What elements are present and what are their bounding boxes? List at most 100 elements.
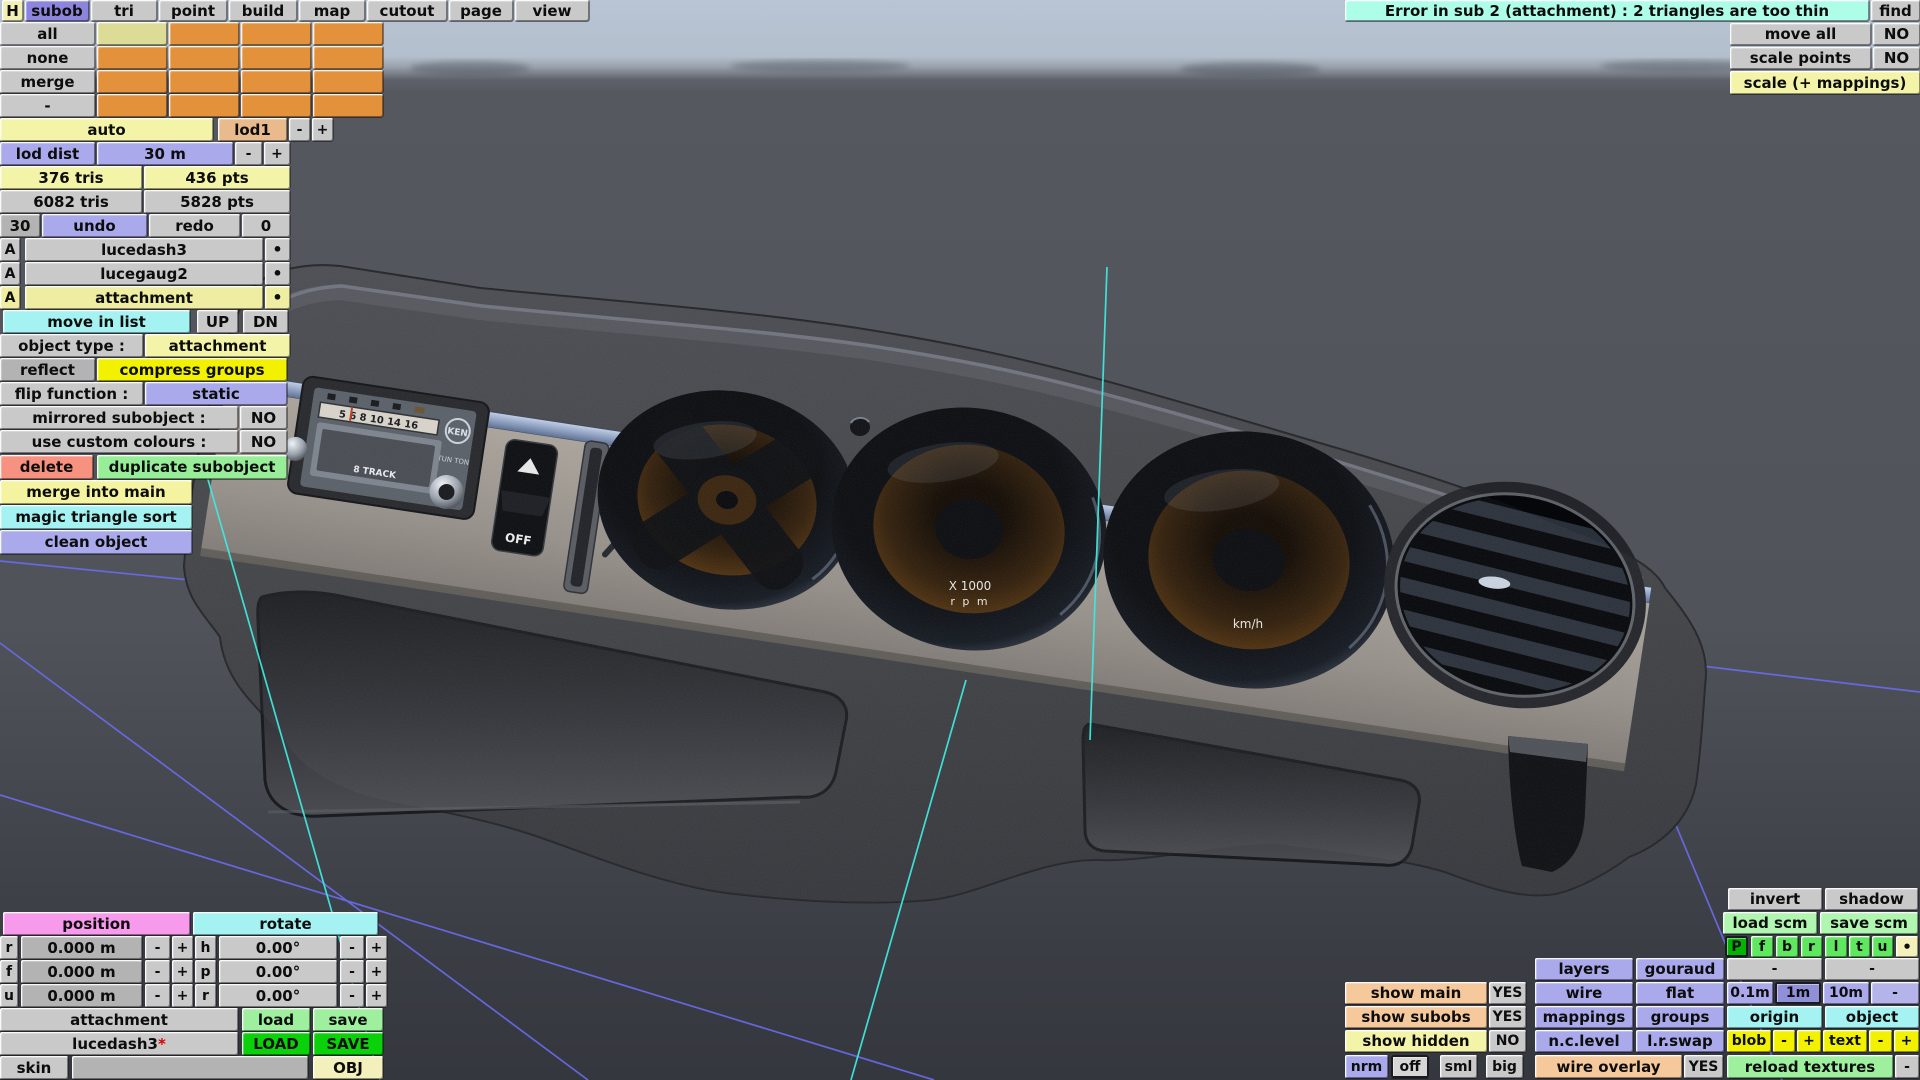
subobject-cell-r1c4[interactable]: [313, 22, 383, 45]
load-scm-button[interactable]: load scm: [1723, 912, 1817, 934]
wire-overlay-button[interactable]: wire overlay: [1535, 1055, 1682, 1078]
undo-button[interactable]: undo: [42, 214, 147, 237]
model-load-button[interactable]: LOAD: [242, 1032, 310, 1055]
skin-name-field[interactable]: [72, 1056, 308, 1079]
skin-button[interactable]: skin: [0, 1056, 68, 1079]
attachment-load-button[interactable]: load: [242, 1008, 310, 1031]
mappings-button[interactable]: mappings: [1535, 1006, 1633, 1028]
reload-textures-button[interactable]: reload textures: [1727, 1055, 1893, 1078]
use-custom-colours-toggle[interactable]: NO: [240, 430, 287, 453]
subobject-item-attachment[interactable]: attachment: [25, 286, 263, 309]
subobject-cell-r4c2[interactable]: [169, 94, 239, 117]
lod-minus-button[interactable]: -: [289, 118, 310, 141]
rotate-r-value[interactable]: 0.00°: [219, 984, 337, 1007]
subobject-visible-dot-1[interactable]: •: [265, 238, 290, 261]
subobject-row-type-3[interactable]: A: [0, 286, 20, 309]
grid-01m-button[interactable]: 0.1m: [1727, 982, 1773, 1004]
subobject-cell-r1c3[interactable]: [241, 22, 311, 45]
select-none-button[interactable]: none: [0, 46, 95, 69]
minus-row-button[interactable]: -: [0, 94, 95, 117]
subobject-row-type-2[interactable]: A: [0, 262, 20, 285]
nrm-sml-button[interactable]: sml: [1440, 1055, 1477, 1078]
position-u-value[interactable]: 0.000 m: [21, 984, 142, 1007]
nrm-big-button[interactable]: big: [1486, 1055, 1523, 1078]
shading-minus-1[interactable]: -: [1727, 958, 1822, 980]
subobject-cell-r3c4[interactable]: [313, 70, 383, 93]
show-hidden-button[interactable]: show hidden: [1345, 1030, 1487, 1052]
subobject-cell-r2c3[interactable]: [241, 46, 311, 69]
find-button[interactable]: find: [1871, 0, 1920, 21]
subobject-visible-dot-3[interactable]: •: [265, 286, 290, 309]
position-f-plus[interactable]: +: [172, 960, 193, 983]
lod-dist-plus[interactable]: +: [264, 142, 290, 165]
redo-button[interactable]: redo: [149, 214, 240, 237]
object-type-value[interactable]: attachment: [145, 334, 290, 357]
show-subobs-button[interactable]: show subobs: [1345, 1006, 1487, 1028]
layers-button[interactable]: layers: [1535, 958, 1633, 980]
lod-plus-button[interactable]: +: [312, 118, 333, 141]
grid-10m-button[interactable]: 10m: [1823, 982, 1869, 1004]
position-u-plus[interactable]: +: [172, 984, 193, 1007]
position-u-minus[interactable]: -: [145, 984, 170, 1007]
menu-h[interactable]: H: [2, 0, 23, 21]
rotate-r-plus[interactable]: +: [366, 984, 387, 1007]
subobject-cell-r2c2[interactable]: [169, 46, 239, 69]
delete-button[interactable]: delete: [0, 455, 93, 479]
subobject-item-lucegaug2[interactable]: lucegaug2: [25, 262, 263, 285]
grid-1m-button[interactable]: 1m: [1775, 982, 1821, 1004]
channel-dot-button[interactable]: •: [1896, 936, 1918, 957]
menu-cutout[interactable]: cutout: [367, 0, 447, 21]
save-scm-button[interactable]: save scm: [1820, 912, 1918, 934]
clean-object-button[interactable]: clean object: [0, 530, 192, 554]
subobject-row-type-1[interactable]: A: [0, 238, 20, 261]
menu-view[interactable]: view: [515, 0, 589, 21]
subobject-item-lucedash3[interactable]: lucedash3: [25, 238, 263, 261]
position-r-value[interactable]: 0.000 m: [21, 936, 142, 959]
channel-l-button[interactable]: l: [1825, 936, 1847, 957]
subobject-cell-r4c3[interactable]: [241, 94, 311, 117]
wire-overlay-toggle[interactable]: YES: [1684, 1055, 1723, 1078]
channel-r-button[interactable]: r: [1801, 936, 1822, 957]
select-all-button[interactable]: all: [0, 22, 95, 45]
move-all-toggle[interactable]: NO: [1873, 23, 1920, 45]
menu-page[interactable]: page: [449, 0, 513, 21]
lod1-button[interactable]: lod1: [218, 118, 287, 141]
scale-mappings-button[interactable]: scale (+ mappings): [1730, 71, 1920, 94]
nc-level-button[interactable]: n.c.level: [1535, 1030, 1633, 1052]
menu-subob[interactable]: subob: [25, 0, 89, 21]
show-hidden-toggle[interactable]: NO: [1489, 1030, 1526, 1052]
subobject-cell-r4c1[interactable]: [97, 94, 167, 117]
magic-triangle-sort-button[interactable]: magic triangle sort: [0, 505, 192, 529]
menu-tri[interactable]: tri: [91, 0, 157, 21]
move-all-button[interactable]: move all: [1730, 23, 1871, 45]
grid-minus-button[interactable]: -: [1871, 982, 1919, 1004]
shadow-button[interactable]: shadow: [1825, 888, 1918, 910]
flat-button[interactable]: flat: [1636, 982, 1724, 1004]
subobject-cell-r2c4[interactable]: [313, 46, 383, 69]
merge-button[interactable]: merge: [0, 70, 95, 93]
text-button[interactable]: text: [1823, 1030, 1867, 1052]
blob-minus-button[interactable]: -: [1773, 1030, 1795, 1052]
nrm-button[interactable]: nrm: [1345, 1055, 1388, 1078]
position-r-plus[interactable]: +: [172, 936, 193, 959]
merge-into-main-button[interactable]: merge into main: [0, 480, 192, 504]
invert-button[interactable]: invert: [1728, 888, 1822, 910]
rotate-h-minus[interactable]: -: [340, 936, 364, 959]
lod-dist-value[interactable]: 30 m: [97, 142, 233, 165]
rotate-p-plus[interactable]: +: [366, 960, 387, 983]
move-down-button[interactable]: DN: [243, 310, 288, 333]
object-button[interactable]: object: [1825, 1006, 1919, 1028]
channel-p-button[interactable]: P: [1725, 936, 1748, 957]
channel-t-button[interactable]: t: [1849, 936, 1870, 957]
reflect-button[interactable]: reflect: [0, 358, 95, 381]
show-main-button[interactable]: show main: [1345, 982, 1487, 1004]
subobject-cell-r1c1[interactable]: [97, 22, 167, 45]
channel-f-button[interactable]: f: [1751, 936, 1773, 957]
lod-dist-minus[interactable]: -: [235, 142, 262, 165]
subobject-cell-r1c2[interactable]: [169, 22, 239, 45]
menu-point[interactable]: point: [159, 0, 227, 21]
texture-minus-button[interactable]: -: [1895, 1055, 1919, 1078]
rotate-p-value[interactable]: 0.00°: [219, 960, 337, 983]
subobject-visible-dot-2[interactable]: •: [265, 262, 290, 285]
rotate-r-minus[interactable]: -: [340, 984, 364, 1007]
